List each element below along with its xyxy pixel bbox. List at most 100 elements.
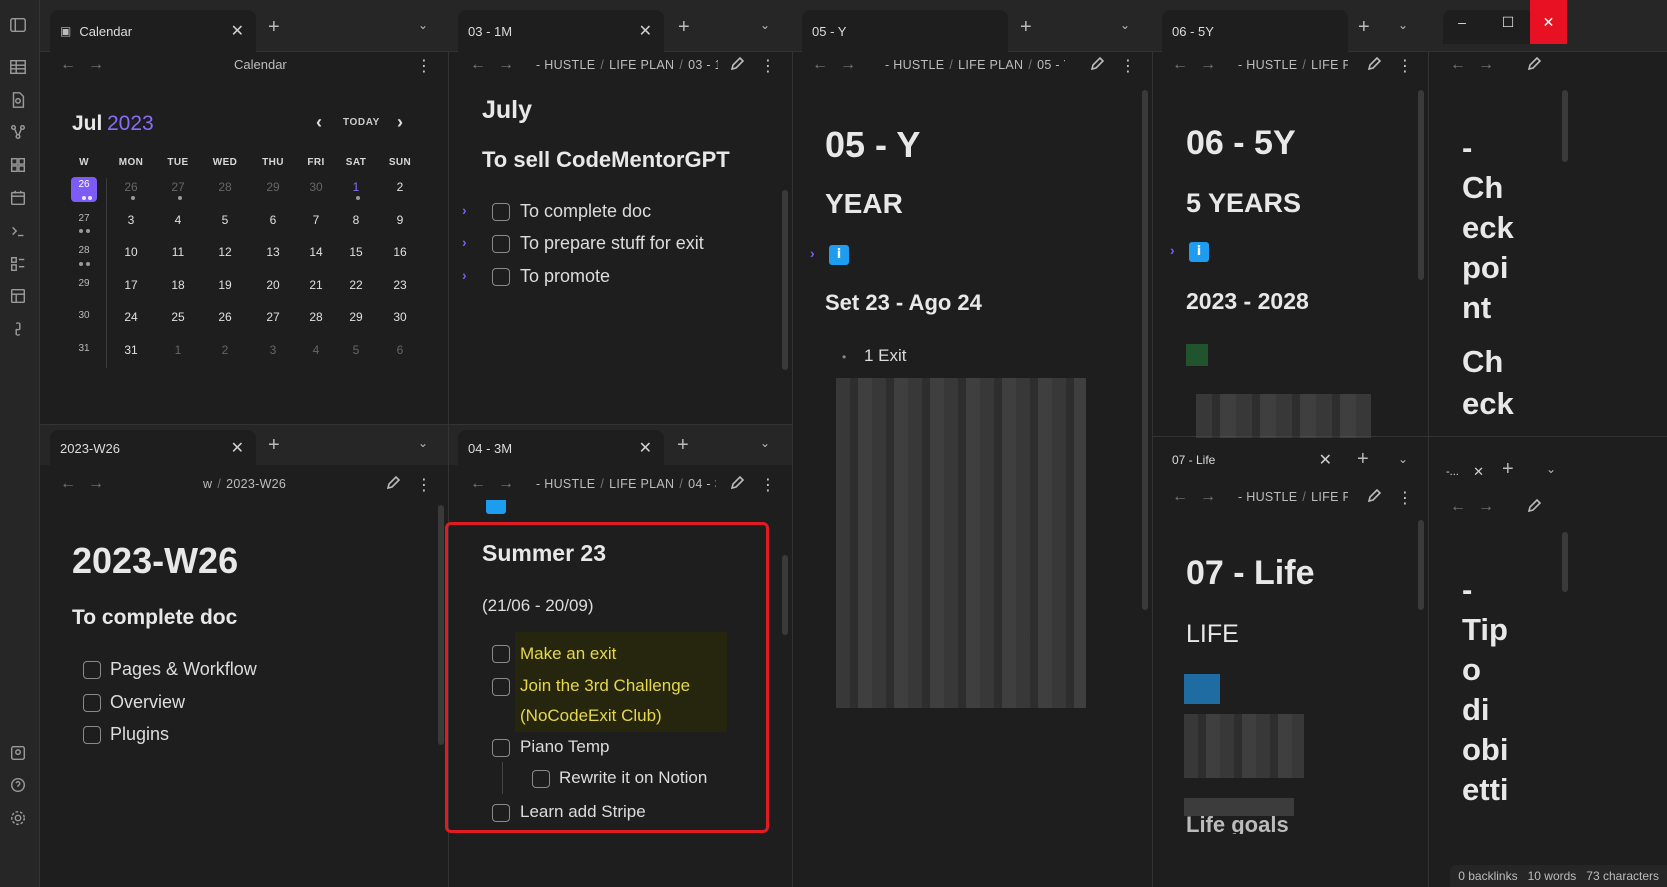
calendar-day[interactable]: 4 <box>296 343 336 357</box>
fold-icon[interactable]: › <box>462 267 467 283</box>
back-button[interactable]: ← <box>60 475 76 493</box>
calendar-day[interactable]: 6 <box>253 213 293 227</box>
tab-03-1m[interactable]: 03 - 1M ✕ <box>458 10 664 52</box>
edit-icon[interactable] <box>1526 498 1542 514</box>
forward-button[interactable]: → <box>498 475 514 493</box>
chevron-down-icon[interactable]: ⌄ <box>1398 18 1408 32</box>
fold-icon[interactable]: › <box>462 234 467 250</box>
calendar-day[interactable]: 27 <box>158 180 198 194</box>
layout-icon[interactable] <box>7 285 29 307</box>
more-options-icon[interactable]: ⋮ <box>1120 56 1136 76</box>
settings-icon[interactable] <box>7 807 29 829</box>
scrollbar[interactable] <box>438 505 444 745</box>
forward-button[interactable]: → <box>1478 56 1494 74</box>
calendar-day[interactable]: 9 <box>380 213 420 227</box>
calendar-day[interactable]: 30 <box>296 180 336 194</box>
calendar-day[interactable]: 3 <box>253 343 293 357</box>
tab-07-life[interactable]: 07 - Life ✕ <box>1162 442 1344 478</box>
chevron-down-icon[interactable]: ⌄ <box>418 18 428 32</box>
forward-button[interactable]: → <box>840 56 856 74</box>
backlinks-count[interactable]: 0 backlinks <box>1458 869 1517 883</box>
forward-button[interactable]: → <box>1478 498 1494 516</box>
forward-button[interactable]: → <box>88 475 104 493</box>
link-icon[interactable] <box>7 318 29 340</box>
more-options-icon[interactable]: ⋮ <box>1397 56 1413 76</box>
calendar-day[interactable]: 4 <box>158 213 198 227</box>
terminal-icon[interactable] <box>7 220 29 242</box>
calendar-day[interactable]: 18 <box>158 278 198 292</box>
back-button[interactable]: ← <box>812 56 828 74</box>
edit-icon[interactable] <box>385 475 401 491</box>
calendar-day[interactable]: 25 <box>158 310 198 324</box>
calendar-day[interactable]: 19 <box>205 278 245 292</box>
new-tab-button[interactable]: + <box>1502 458 1514 481</box>
back-button[interactable]: ← <box>1172 488 1188 506</box>
calendar-day[interactable]: 30 <box>380 310 420 324</box>
back-button[interactable]: ← <box>1172 56 1188 74</box>
edit-icon[interactable] <box>1526 56 1542 72</box>
scrollbar[interactable] <box>782 555 788 635</box>
close-icon[interactable]: ✕ <box>639 438 652 458</box>
back-button[interactable]: ← <box>470 475 486 493</box>
file-search-icon[interactable] <box>7 89 29 111</box>
close-window-button[interactable]: ✕ <box>1530 0 1567 44</box>
calendar-day[interactable]: 14 <box>296 245 336 259</box>
today-button[interactable]: TODAY <box>343 117 380 128</box>
calendar-day[interactable]: 1 <box>158 343 198 357</box>
tab-calendar[interactable]: ▣ Calendar ✕ <box>50 10 256 52</box>
more-options-icon[interactable]: ⋮ <box>760 475 776 495</box>
calendar-day[interactable]: 2 <box>380 180 420 194</box>
back-button[interactable]: ← <box>60 56 76 74</box>
forward-button[interactable]: → <box>1200 56 1216 74</box>
chevron-down-icon[interactable]: ⌄ <box>1120 18 1130 32</box>
task-checkbox[interactable] <box>492 268 510 286</box>
calendar-day[interactable]: 5 <box>205 213 245 227</box>
more-options-icon[interactable]: ⋮ <box>1397 488 1413 508</box>
calendar-day[interactable]: 7 <box>296 213 336 227</box>
more-options-icon[interactable]: ⋮ <box>416 475 432 495</box>
template-icon[interactable] <box>7 253 29 275</box>
scrollbar[interactable] <box>782 190 788 370</box>
calendar-day[interactable]: 16 <box>380 245 420 259</box>
close-icon[interactable]: ✕ <box>639 21 652 41</box>
close-icon[interactable]: ✕ <box>1473 464 1484 480</box>
calendar-day[interactable]: 11 <box>158 245 198 259</box>
new-tab-button[interactable]: + <box>1357 448 1369 471</box>
close-icon[interactable]: ✕ <box>231 21 244 41</box>
calendar-day[interactable]: 1 <box>336 180 376 194</box>
chevron-down-icon[interactable]: ⌄ <box>418 436 428 450</box>
edit-icon[interactable] <box>729 56 745 72</box>
scrollbar[interactable] <box>1142 90 1148 610</box>
calendar-day[interactable]: 24 <box>111 310 151 324</box>
calendar-day[interactable]: 23 <box>380 278 420 292</box>
calendar-day[interactable]: 28 <box>296 310 336 324</box>
next-month-button[interactable]: › <box>397 112 403 133</box>
close-icon[interactable]: ✕ <box>1319 450 1332 470</box>
week-number[interactable]: 29 <box>69 278 99 289</box>
calendar-day[interactable]: 20 <box>253 278 293 292</box>
calendar-day[interactable]: 3 <box>111 213 151 227</box>
tab-06-5y[interactable]: 06 - 5Y <box>1162 10 1348 52</box>
forward-button[interactable]: → <box>1200 488 1216 506</box>
minimize-button[interactable]: – <box>1442 0 1482 44</box>
back-button[interactable]: ← <box>470 56 486 74</box>
calendar-day[interactable]: 28 <box>205 180 245 194</box>
edit-icon[interactable] <box>1089 56 1105 72</box>
fold-icon[interactable]: › <box>1170 242 1175 258</box>
chevron-down-icon[interactable]: ⌄ <box>1546 462 1556 476</box>
forward-button[interactable]: → <box>498 56 514 74</box>
calendar-day[interactable]: 29 <box>336 310 376 324</box>
calendar-icon[interactable] <box>7 187 29 209</box>
edit-icon[interactable] <box>729 475 745 491</box>
new-tab-button[interactable]: + <box>1020 16 1032 39</box>
edit-icon[interactable] <box>1366 488 1382 504</box>
calendar-day[interactable]: 8 <box>336 213 376 227</box>
tab-hidden-2[interactable]: -... ✕ <box>1440 454 1490 490</box>
chevron-down-icon[interactable]: ⌄ <box>1398 452 1408 466</box>
new-tab-button[interactable]: + <box>1358 16 1370 39</box>
week-number[interactable]: 30 <box>69 310 99 321</box>
vault-icon[interactable] <box>7 742 29 764</box>
calendar-day[interactable]: 26 <box>111 180 151 194</box>
scrollbar[interactable] <box>1418 90 1424 280</box>
calendar-day[interactable]: 27 <box>253 310 293 324</box>
